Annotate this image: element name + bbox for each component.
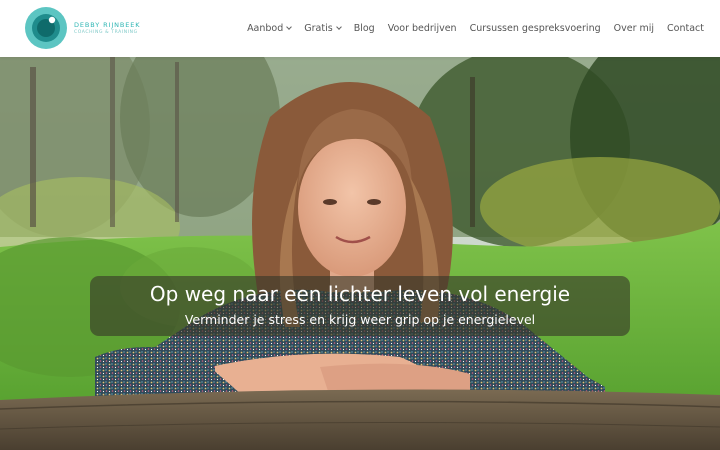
- site-header: DEBBY RIJNBEEK COACHING & TRAINING Aanbo…: [0, 0, 720, 57]
- nav-item-label: Voor bedrijven: [387, 23, 457, 34]
- logo-eye-icon: [25, 7, 67, 49]
- hero-title: Op weg naar een lichter leven vol energi…: [149, 282, 571, 306]
- nav-item-over-mij[interactable]: Over mij: [614, 23, 654, 34]
- nav-item-contact[interactable]: Contact: [667, 23, 704, 34]
- chevron-down-icon: [335, 24, 342, 30]
- nav-item-label: Blog: [353, 23, 375, 34]
- nav-item-aanbod[interactable]: Aanbod: [247, 23, 293, 34]
- nav-item-voor-bedrijven[interactable]: Voor bedrijven: [388, 23, 457, 34]
- logo[interactable]: DEBBY RIJNBEEK COACHING & TRAINING: [24, 6, 140, 50]
- hero-section: [0, 57, 720, 450]
- logo-name: DEBBY RIJNBEEK: [74, 21, 141, 29]
- nav-item-cursussen[interactable]: Cursussen gespreksvoering: [470, 23, 601, 34]
- nav-item-label: Contact: [667, 23, 704, 34]
- chevron-down-icon: [286, 24, 293, 30]
- nav-item-label: Over mij: [613, 23, 655, 34]
- nav-item-label: Cursussen gespreksvoering: [469, 23, 601, 34]
- nav-item-label: Aanbod: [247, 23, 284, 34]
- nav-item-blog[interactable]: Blog: [354, 23, 375, 34]
- nav-item-gratis[interactable]: Gratis: [304, 23, 342, 34]
- hero-photo: [0, 57, 720, 450]
- hero-banner: Op weg naar een lichter leven vol energi…: [90, 276, 630, 336]
- main-nav: Aanbod Gratis Blog Voor bedrijven Cursus…: [247, 0, 704, 57]
- hero-subtitle: Verminder je stress en krijg weer grip o…: [184, 312, 536, 327]
- logo-subtitle: COACHING & TRAINING: [74, 30, 138, 35]
- logo-text: DEBBY RIJNBEEK COACHING & TRAINING: [74, 21, 140, 35]
- nav-item-label: Gratis: [304, 23, 333, 34]
